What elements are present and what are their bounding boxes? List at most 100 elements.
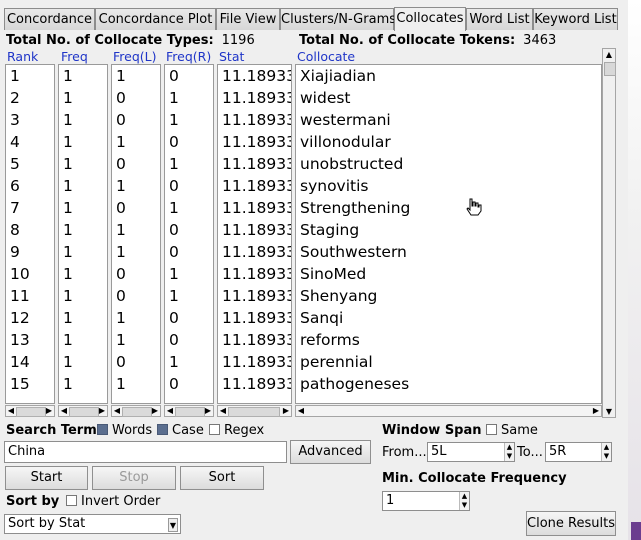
stat-column[interactable]: 11.18933 11.18933 11.18933 11.18933 11.18933… bbox=[217, 64, 292, 404]
scroll-left-icon[interactable]: ◀ bbox=[218, 406, 228, 416]
table-cell-freq[interactable]: 1 bbox=[59, 131, 107, 153]
table-cell-collocate[interactable]: SinoMed bbox=[296, 263, 601, 285]
table-cell-freq-r[interactable]: 1 bbox=[165, 197, 213, 219]
words-checkbox-box[interactable] bbox=[97, 424, 108, 435]
table-cell-freq-l[interactable]: 1 bbox=[112, 219, 160, 241]
table-cell-rank[interactable]: 12 bbox=[6, 307, 54, 329]
table-cell-rank[interactable]: 9 bbox=[6, 241, 54, 263]
table-cell-freq-r[interactable]: 0 bbox=[165, 329, 213, 351]
table-cell-stat[interactable]: 11.18933 bbox=[218, 285, 291, 307]
table-cell-rank[interactable]: 15 bbox=[6, 373, 54, 395]
rank-column[interactable]: 1 2 3 4 5 6 7 8 9 10 11 12 13 14 15 bbox=[5, 64, 55, 404]
table-cell-freq-r[interactable]: 1 bbox=[165, 285, 213, 307]
table-cell-collocate[interactable]: Staging bbox=[296, 219, 601, 241]
table-cell-stat[interactable]: 11.18933 bbox=[218, 263, 291, 285]
table-cell-stat[interactable]: 11.18933 bbox=[218, 241, 291, 263]
stat-horizontal-scrollbar[interactable]: ◀ ▶ bbox=[217, 405, 292, 417]
scroll-right-icon[interactable]: ▶ bbox=[150, 406, 160, 416]
freq-horizontal-scrollbar[interactable]: ◀ ▶ bbox=[58, 405, 108, 417]
invert-order-checkbox[interactable]: Invert Order bbox=[66, 494, 160, 509]
table-cell-freq-r[interactable]: 1 bbox=[165, 153, 213, 175]
scroll-left-icon[interactable]: ◀ bbox=[112, 406, 122, 416]
scroll-thumb[interactable] bbox=[604, 62, 616, 76]
table-cell-freq[interactable]: 1 bbox=[59, 153, 107, 175]
scroll-right-icon[interactable]: ▶ bbox=[44, 406, 54, 416]
table-cell-freq-r[interactable]: 0 bbox=[165, 307, 213, 329]
table-cell-rank[interactable]: 10 bbox=[6, 263, 54, 285]
table-cell-freq-l[interactable]: 0 bbox=[112, 87, 160, 109]
table-cell-collocate[interactable]: westermani bbox=[296, 109, 601, 131]
column-header-freq[interactable]: Freq bbox=[61, 49, 88, 64]
column-header-rank[interactable]: Rank bbox=[7, 49, 38, 64]
table-cell-freq-r[interactable]: 0 bbox=[165, 175, 213, 197]
spinner-down-icon[interactable]: ▼ bbox=[602, 452, 611, 461]
from-spinner-arrows[interactable]: ▲ ▼ bbox=[504, 443, 514, 461]
table-cell-collocate[interactable]: Sanqi bbox=[296, 307, 601, 329]
table-cell-stat[interactable]: 11.18933 bbox=[218, 109, 291, 131]
table-cell-rank[interactable]: 8 bbox=[6, 219, 54, 241]
scroll-thumb[interactable] bbox=[228, 407, 280, 417]
table-cell-freq-l[interactable]: 1 bbox=[112, 307, 160, 329]
freq-l-horizontal-scrollbar[interactable]: ◀ ▶ bbox=[111, 405, 161, 417]
table-cell-rank[interactable]: 6 bbox=[6, 175, 54, 197]
scroll-thumb[interactable] bbox=[69, 407, 99, 417]
table-cell-freq[interactable]: 1 bbox=[59, 175, 107, 197]
min-frequency-spinner-arrows[interactable]: ▲ ▼ bbox=[459, 492, 469, 510]
table-cell-freq[interactable]: 1 bbox=[59, 263, 107, 285]
scroll-left-icon[interactable]: ◀ bbox=[165, 406, 175, 416]
spinner-down-icon[interactable]: ▼ bbox=[460, 501, 469, 510]
table-cell-stat[interactable]: 11.18933 bbox=[218, 175, 291, 197]
table-cell-freq[interactable]: 1 bbox=[59, 241, 107, 263]
spinner-up-icon[interactable]: ▲ bbox=[602, 443, 611, 452]
tab-concordance[interactable]: Concordance bbox=[4, 8, 95, 30]
tab-keyword-list[interactable]: Keyword List bbox=[533, 8, 618, 30]
table-cell-freq-l[interactable]: 1 bbox=[112, 65, 160, 87]
scroll-thumb[interactable] bbox=[175, 407, 205, 417]
table-cell-freq-r[interactable]: 1 bbox=[165, 87, 213, 109]
words-checkbox[interactable]: Words bbox=[97, 423, 152, 438]
scroll-right-icon[interactable]: ▶ bbox=[97, 406, 107, 416]
same-checkbox[interactable]: Same bbox=[486, 423, 538, 438]
scroll-thumb[interactable] bbox=[16, 407, 46, 417]
table-cell-freq[interactable]: 1 bbox=[59, 87, 107, 109]
column-header-collocate[interactable]: Collocate bbox=[297, 49, 355, 64]
table-cell-freq-r[interactable]: 0 bbox=[165, 373, 213, 395]
table-cell-freq-l[interactable]: 1 bbox=[112, 373, 160, 395]
clone-results-button[interactable]: Clone Results bbox=[526, 511, 616, 536]
table-cell-freq-l[interactable]: 1 bbox=[112, 241, 160, 263]
table-cell-freq-l[interactable]: 1 bbox=[112, 131, 160, 153]
table-cell-freq-l[interactable]: 0 bbox=[112, 263, 160, 285]
results-vertical-scrollbar[interactable]: ▲ ▼ bbox=[602, 48, 616, 418]
table-cell-stat[interactable]: 11.18933 bbox=[218, 307, 291, 329]
spinner-down-icon[interactable]: ▼ bbox=[505, 452, 514, 461]
table-cell-freq-l[interactable]: 0 bbox=[112, 285, 160, 307]
table-cell-freq[interactable]: 1 bbox=[59, 65, 107, 87]
table-cell-freq-l[interactable]: 0 bbox=[112, 197, 160, 219]
table-cell-freq-r[interactable]: 1 bbox=[165, 351, 213, 373]
scroll-left-icon[interactable]: ◀ bbox=[6, 406, 16, 416]
table-cell-stat[interactable]: 11.18933 bbox=[218, 65, 291, 87]
table-cell-freq-l[interactable]: 0 bbox=[112, 351, 160, 373]
table-cell-collocate[interactable]: pathogeneses bbox=[296, 373, 601, 395]
scroll-left-icon[interactable]: ◀ bbox=[296, 406, 306, 416]
spinner-up-icon[interactable]: ▲ bbox=[460, 492, 469, 501]
table-cell-collocate[interactable]: villonodular bbox=[296, 131, 601, 153]
freq-column[interactable]: 111111111111111 bbox=[58, 64, 108, 404]
table-cell-freq-r[interactable]: 0 bbox=[165, 219, 213, 241]
table-cell-stat[interactable]: 11.18933 bbox=[218, 351, 291, 373]
regex-checkbox-box[interactable] bbox=[209, 424, 220, 435]
scroll-up-icon[interactable]: ▲ bbox=[603, 49, 615, 60]
table-cell-rank[interactable]: 1 bbox=[6, 65, 54, 87]
table-cell-freq-r[interactable]: 0 bbox=[165, 65, 213, 87]
table-cell-freq[interactable]: 1 bbox=[59, 219, 107, 241]
table-cell-collocate[interactable]: perennial bbox=[296, 351, 601, 373]
table-cell-freq[interactable]: 1 bbox=[59, 197, 107, 219]
advanced-button[interactable]: Advanced bbox=[290, 440, 371, 464]
table-cell-rank[interactable]: 14 bbox=[6, 351, 54, 373]
table-cell-freq[interactable]: 1 bbox=[59, 373, 107, 395]
scroll-thumb[interactable] bbox=[122, 407, 152, 417]
tab-word-list[interactable]: Word List bbox=[466, 8, 533, 30]
table-cell-freq-r[interactable]: 1 bbox=[165, 109, 213, 131]
to-spinner[interactable]: 5R ▲ ▼ bbox=[545, 442, 612, 462]
table-cell-rank[interactable]: 2 bbox=[6, 87, 54, 109]
